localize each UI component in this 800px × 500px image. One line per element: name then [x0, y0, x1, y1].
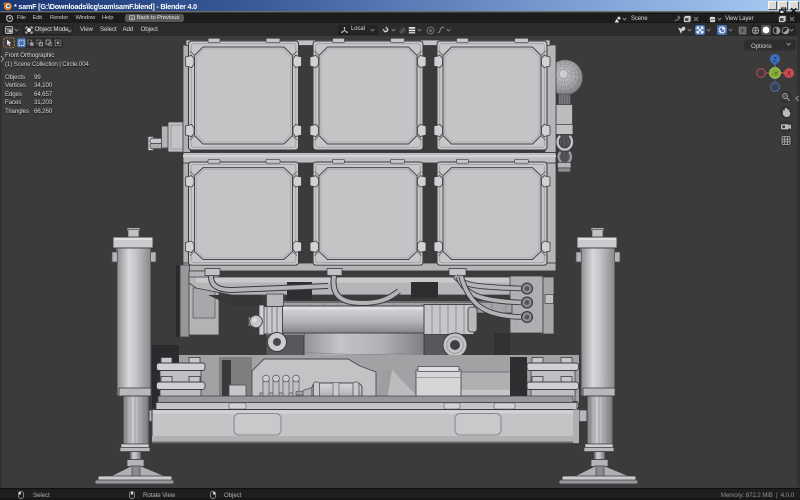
svg-text:Z: Z — [773, 58, 777, 64]
svg-text:Options: Options — [751, 43, 772, 50]
svg-text:X: X — [787, 72, 791, 78]
svg-text:-Y: -Y — [772, 72, 778, 78]
